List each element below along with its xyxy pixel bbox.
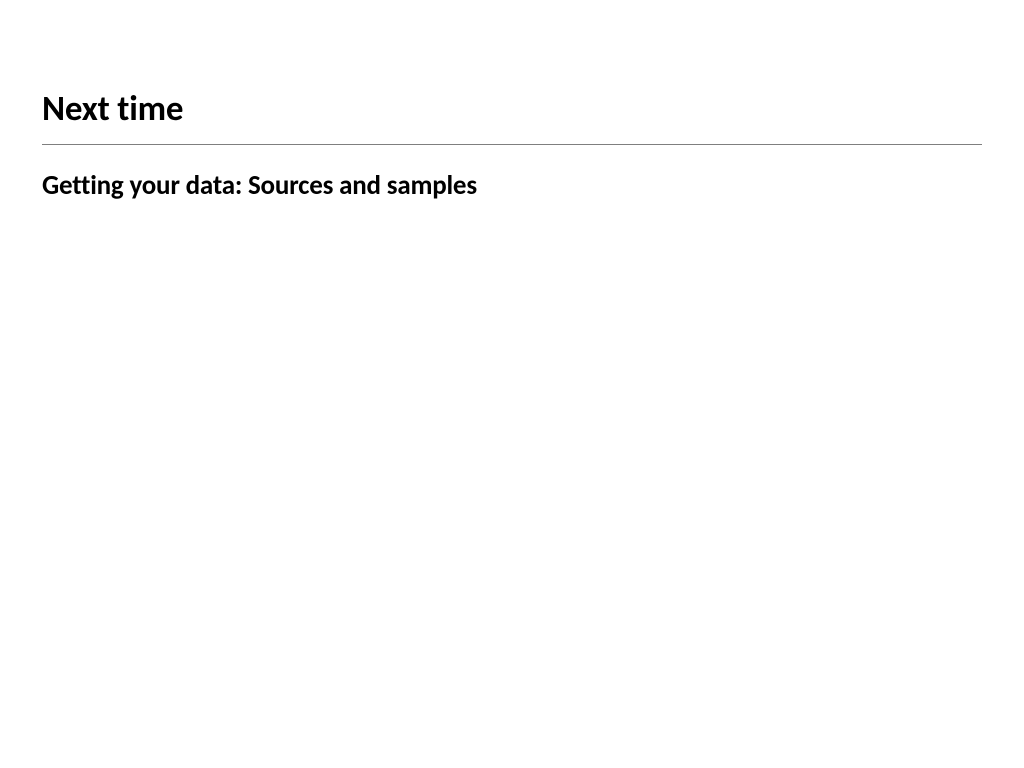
heading-divider [42, 144, 982, 145]
slide-subheading: Getting your data: Sources and samples [42, 169, 982, 202]
slide-container: Next time Getting your data: Sources and… [0, 0, 1024, 768]
slide-heading: Next time [42, 88, 982, 130]
